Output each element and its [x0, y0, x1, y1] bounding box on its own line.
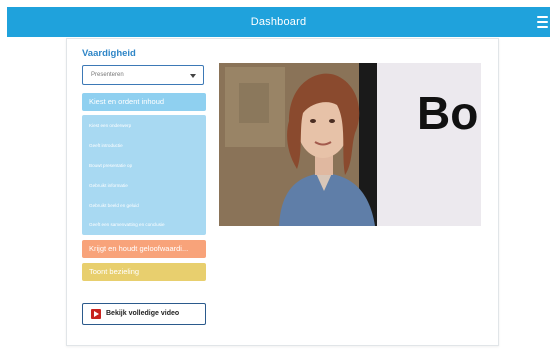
board-text: Bo: [417, 87, 478, 139]
subitem-geeft-introductie[interactable]: Geeft introductie: [89, 143, 123, 148]
hamburger-menu-icon[interactable]: [537, 16, 548, 28]
subitem-gebruikt-beeld-en-geluid[interactable]: Gebruikt beeld en geluid: [89, 203, 139, 208]
category-toont-bezieling[interactable]: Toont bezieling: [82, 263, 206, 281]
page-title: Dashboard: [250, 16, 307, 28]
top-bar: Dashboard: [7, 7, 550, 37]
subitem-kiest-onderwerp[interactable]: Kiest een onderwerp: [89, 123, 131, 128]
play-icon: [91, 309, 101, 319]
skill-select[interactable]: Presenteren: [82, 65, 204, 85]
category-krijgt-en-houdt-geloofwaardigheid[interactable]: Krijgt en houdt geloofwaardi...: [82, 240, 206, 258]
video-player[interactable]: Bo: [219, 63, 481, 226]
subitem-bouwt-presentatie-op[interactable]: Bouwt presentatie op: [89, 163, 132, 168]
category-kiest-en-ordent-inhoud[interactable]: Kiest en ordent inhoud: [82, 93, 206, 111]
chevron-down-icon: [190, 74, 196, 78]
subitem-gebruikt-informatie[interactable]: Gebruikt informatie: [89, 183, 128, 188]
watch-full-video-button[interactable]: Bekijk volledige video: [82, 303, 206, 325]
subitem-list: Kiest een onderwerp Geeft introductie Bo…: [82, 115, 206, 235]
video-frame: Bo: [219, 63, 481, 226]
subitem-samenvatting-conclusie[interactable]: Geeft een samenvatting en conclusie: [89, 222, 165, 227]
skill-select-value: Presenteren: [91, 72, 124, 78]
watch-full-video-label: Bekijk volledige video: [106, 310, 180, 317]
skill-heading: Vaardigheid: [82, 48, 136, 59]
